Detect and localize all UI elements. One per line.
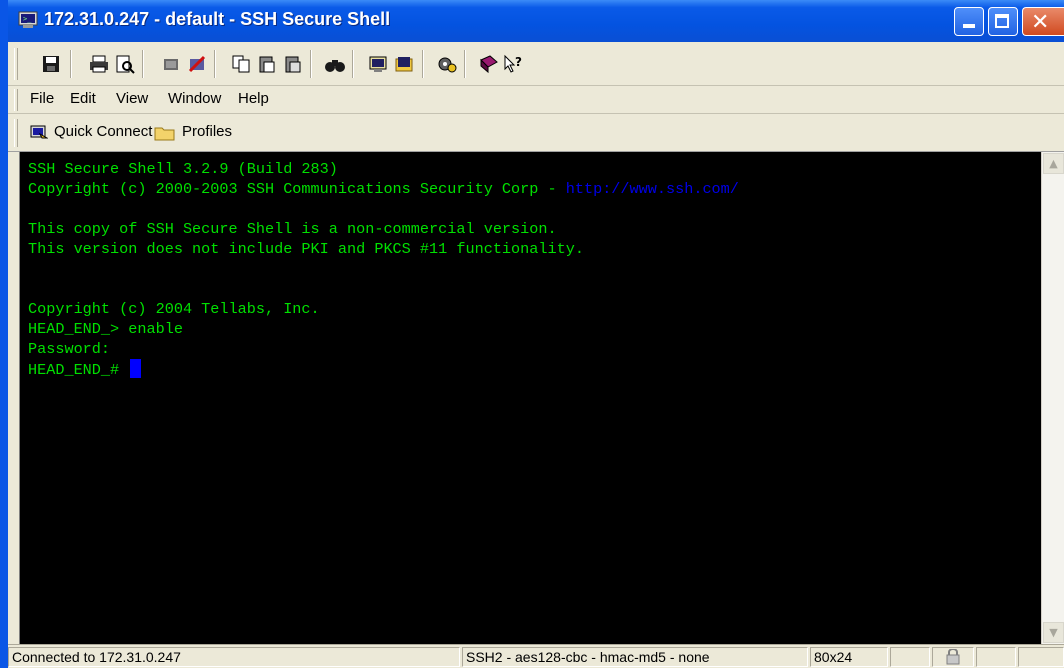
connection-lock-icon xyxy=(946,649,960,665)
vertical-scrollbar[interactable]: ▲ ▼ xyxy=(1041,152,1064,644)
menu-view[interactable]: View xyxy=(116,90,148,107)
terminal-line: SSH Secure Shell 3.2.9 (Build 283) xyxy=(28,160,338,178)
new-terminal-window-icon[interactable] xyxy=(368,54,390,74)
quick-connect-icon xyxy=(30,125,48,139)
svg-text:>_: >_ xyxy=(23,15,32,23)
folder-icon xyxy=(154,127,175,141)
status-bar: Connected to 172.31.0.247 SSH2 - aes128-… xyxy=(8,644,1064,668)
window-left-border xyxy=(0,0,8,668)
print-preview-icon[interactable] xyxy=(114,54,136,74)
terminal-size-status: 80x24 xyxy=(810,647,888,667)
quickbar-grip[interactable] xyxy=(14,119,18,147)
toolbar-separator xyxy=(352,50,354,78)
status-cell-empty-3 xyxy=(1018,647,1064,667)
toolbar-separator xyxy=(310,50,312,78)
save-icon[interactable] xyxy=(40,54,62,74)
svg-text:?: ? xyxy=(515,55,522,69)
scroll-up-button[interactable]: ▲ xyxy=(1043,153,1064,174)
maximize-button[interactable] xyxy=(988,7,1018,36)
paste-icon[interactable] xyxy=(256,54,278,74)
toolbar-separator xyxy=(422,50,424,78)
help-book-icon[interactable] xyxy=(478,54,500,74)
status-cell-empty-2 xyxy=(976,647,1016,667)
menu-bar: File Edit View Window Help xyxy=(8,86,1064,114)
connection-status: Connected to 172.31.0.247 xyxy=(8,647,460,667)
terminal-app-icon: >_ xyxy=(18,11,38,28)
terminal-line: This version does not include PKI and PK… xyxy=(28,240,584,258)
toolbar-grip[interactable] xyxy=(14,48,18,80)
print-icon[interactable] xyxy=(88,54,110,74)
chevron-up-icon: ▲ xyxy=(1049,157,1058,170)
toolbar-separator xyxy=(464,50,466,78)
disconnect-icon[interactable] xyxy=(160,54,182,74)
terminal-cursor xyxy=(130,359,142,378)
menu-window[interactable]: Window xyxy=(168,90,221,107)
menubar-grip[interactable] xyxy=(14,89,18,111)
new-connection-icon[interactable] xyxy=(186,54,208,74)
quick-connect-bar: Quick Connect Profiles xyxy=(8,114,1064,152)
terminal-copyright-text: Copyright (c) 2000-2003 SSH Communicatio… xyxy=(28,180,566,198)
close-icon: ✕ xyxy=(1031,10,1050,35)
menu-help[interactable]: Help xyxy=(238,90,269,107)
ssh-website-link[interactable]: http://www.ssh.com/ xyxy=(566,180,739,198)
main-toolbar: ? xyxy=(8,42,1064,86)
terminal-line: Copyright (c) 2004 Tellabs, Inc. xyxy=(28,300,320,318)
terminal-prompt-line: HEAD_END_# xyxy=(28,359,142,380)
scroll-down-button[interactable]: ▼ xyxy=(1043,622,1064,643)
profiles-button[interactable]: Profiles xyxy=(182,123,232,140)
new-file-transfer-icon[interactable] xyxy=(394,54,416,74)
terminal-line: HEAD_END_> enable xyxy=(28,320,183,338)
terminal-left-edge xyxy=(8,152,20,644)
toolbar-separator xyxy=(214,50,216,78)
terminal-line: Copyright (c) 2000-2003 SSH Communicatio… xyxy=(28,179,739,199)
menu-edit[interactable]: Edit xyxy=(70,90,96,107)
quick-connect-button[interactable]: Quick Connect xyxy=(54,123,152,140)
context-help-icon[interactable]: ? xyxy=(502,54,524,74)
menu-file[interactable]: File xyxy=(30,90,54,107)
chevron-down-icon: ▼ xyxy=(1049,626,1058,639)
copy-icon[interactable] xyxy=(230,54,252,74)
paste-special-icon[interactable] xyxy=(282,54,304,74)
window-title: 172.31.0.247 - default - SSH Secure Shel… xyxy=(44,9,391,29)
terminal-line: This copy of SSH Secure Shell is a non-c… xyxy=(28,220,557,238)
close-button[interactable]: ✕ xyxy=(1022,7,1064,36)
status-cell-lock xyxy=(932,647,974,667)
terminal-prompt: HEAD_END_# xyxy=(28,361,129,379)
status-cell-empty xyxy=(890,647,930,667)
terminal-line: Password: xyxy=(28,340,111,358)
find-icon[interactable] xyxy=(324,54,346,74)
toolbar-separator xyxy=(142,50,144,78)
settings-icon[interactable] xyxy=(436,54,458,74)
toolbar-separator xyxy=(70,50,72,78)
cipher-status: SSH2 - aes128-cbc - hmac-md5 - none xyxy=(462,647,808,667)
title-bar[interactable]: >_ 172.31.0.247 - default - SSH Secure S… xyxy=(8,0,1064,42)
terminal-screen[interactable]: SSH Secure Shell 3.2.9 (Build 283) Copyr… xyxy=(20,152,1041,644)
minimize-button[interactable] xyxy=(954,7,984,36)
